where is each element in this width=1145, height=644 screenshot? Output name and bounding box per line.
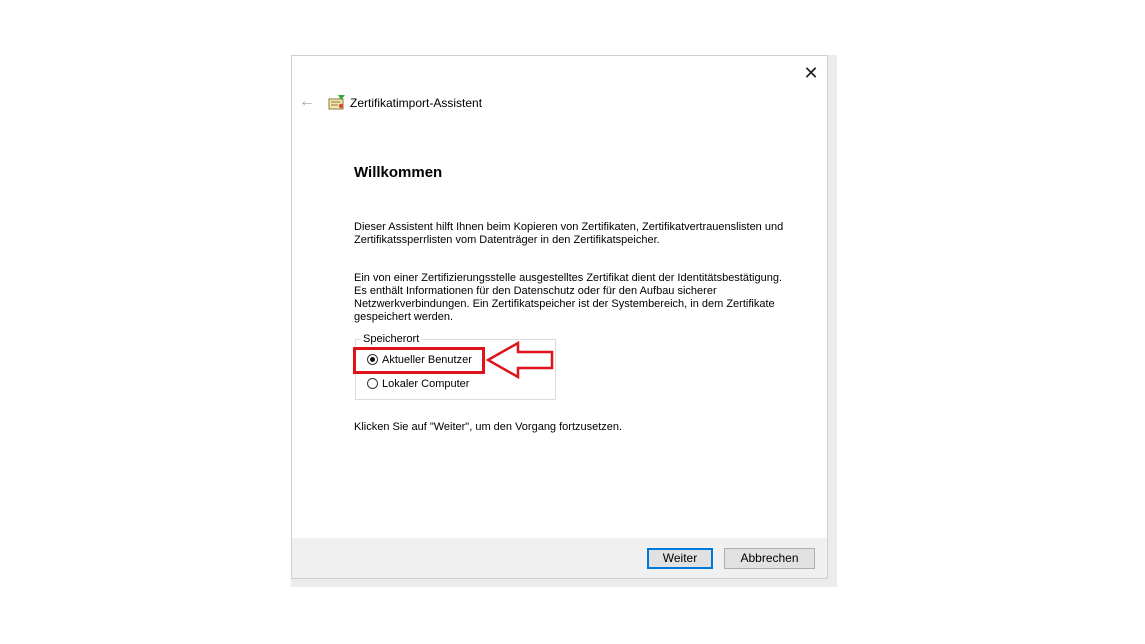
annotation-arrow-icon [486,341,554,379]
cancel-button[interactable]: Abbrechen [724,548,815,569]
radio-circle[interactable] [367,378,378,389]
intro-paragraph: Dieser Assistent hilft Ihnen beim Kopier… [354,221,784,246]
next-button[interactable]: Weiter [647,548,713,569]
back-arrow-icon[interactable]: ← [298,93,316,111]
highlight-box [353,347,485,374]
storage-location-legend: Speicherort [361,333,422,345]
wizard-title: Zertifikatimport-Assistent [350,96,483,110]
certificate-icon [328,95,345,110]
radio-local-computer-label[interactable]: Lokaler Computer [382,377,469,391]
info-paragraph: Ein von einer Zertifizierungsstelle ausg… [354,272,783,323]
page-heading: Willkommen [354,164,443,181]
instruction-text: Klicken Sie auf "Weiter", um den Vorgang… [354,421,623,433]
close-icon[interactable]: ✕ [800,62,822,84]
